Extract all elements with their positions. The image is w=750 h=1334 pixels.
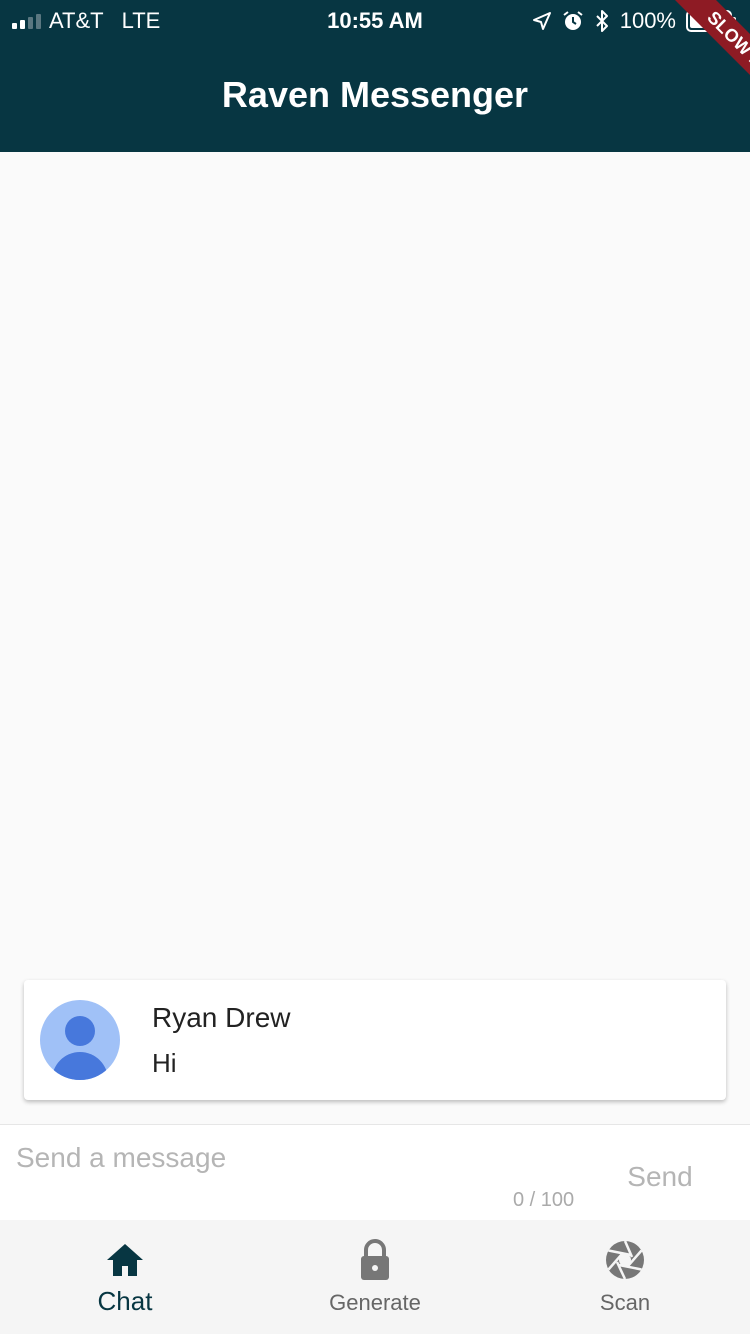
send-button[interactable]: Send <box>608 1155 712 1199</box>
bluetooth-icon <box>596 10 608 32</box>
lock-icon <box>361 1239 389 1280</box>
home-icon <box>107 1244 143 1276</box>
character-counter: 0 / 100 <box>513 1189 575 1211</box>
nav-label-chat: Chat <box>97 1286 153 1316</box>
app-title: Raven Messenger <box>221 74 529 115</box>
avatar <box>40 1000 120 1080</box>
message-composer: 0 / 100 Send <box>0 1124 750 1220</box>
person-icon <box>65 1016 95 1046</box>
nav-item-generate[interactable]: Generate <box>250 1220 500 1334</box>
sender-name: Ryan Drew <box>152 1002 291 1033</box>
chat-area[interactable] <box>0 152 750 1124</box>
message-text: Hi <box>152 1048 177 1078</box>
alarm-clock-icon <box>563 11 583 30</box>
person-icon-body <box>52 1052 108 1080</box>
message-card[interactable]: Ryan Drew Hi <box>24 980 726 1100</box>
nav-item-scan[interactable]: Scan <box>500 1220 750 1334</box>
nav-item-chat[interactable]: Chat <box>0 1220 250 1334</box>
debug-banner-label: SLOW MODE <box>669 0 750 110</box>
bottom-navigation: Chat Generate Scan <box>0 1220 750 1334</box>
message-input[interactable] <box>16 1133 576 1183</box>
camera-shutter-icon <box>606 1240 644 1280</box>
location-arrow-icon <box>532 12 551 30</box>
debug-banner: SLOW MODE <box>640 0 750 110</box>
nav-label-scan: Scan <box>599 1290 651 1315</box>
nav-label-generate: Generate <box>329 1290 421 1315</box>
status-bar: AT&T LTE 10:55 AM 100% <box>0 0 750 40</box>
app-bar: Raven Messenger <box>0 40 750 152</box>
